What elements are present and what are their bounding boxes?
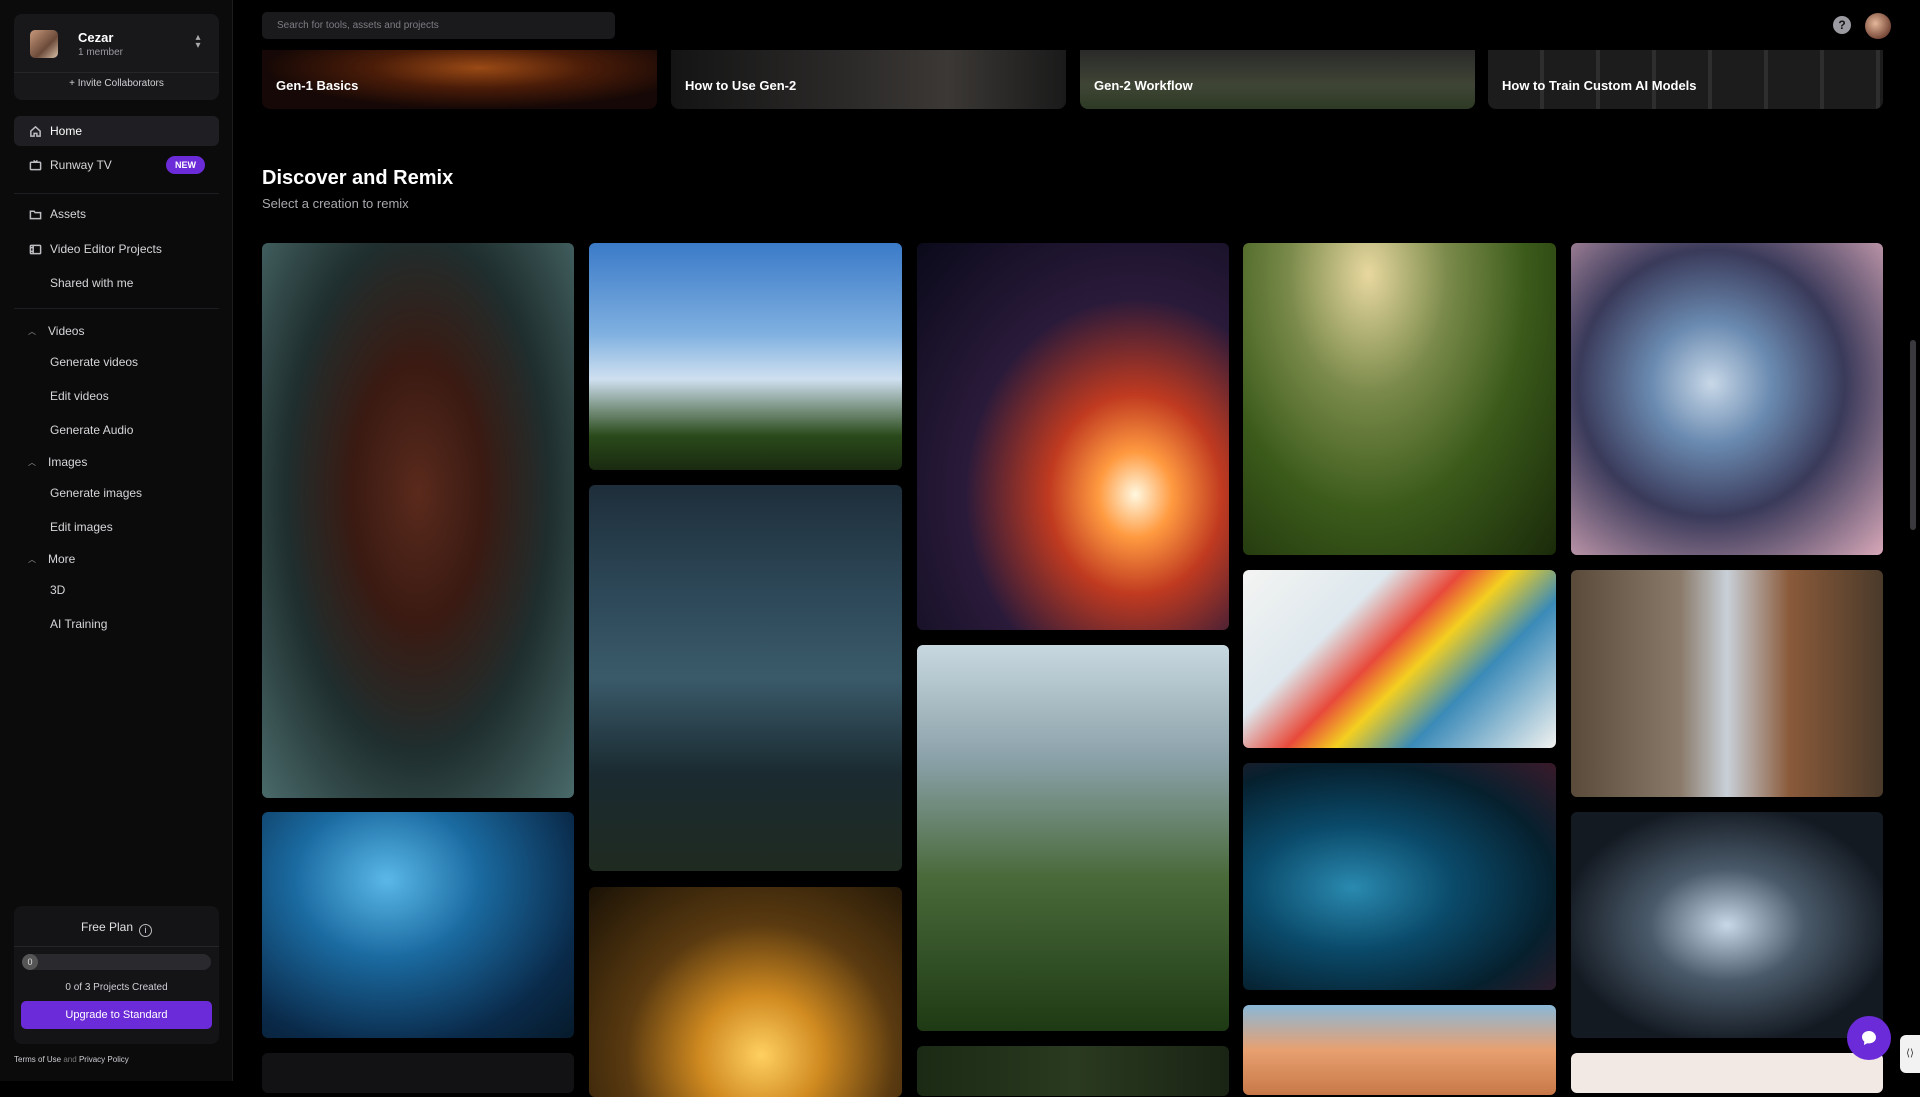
section-images-toggle[interactable]: ︿ Images [14,451,219,473]
invite-collaborators-button[interactable]: + Invite Collaborators [14,78,219,89]
tutorial-card-label: How to Use Gen-2 [685,78,797,93]
sidebar-item-label: Shared with me [50,276,134,290]
legal-links: Terms of Use and Privacy Policy [14,1055,129,1064]
new-badge: NEW [166,156,205,174]
section-more-toggle[interactable]: ︿ More [14,548,219,570]
upgrade-button[interactable]: Upgrade to Standard [21,1001,212,1029]
section-title: Discover and Remix [262,167,454,189]
sidebar-item-label: Generate images [50,486,143,500]
folder-icon [28,207,42,221]
tutorial-card-gen1-basics[interactable]: Gen-1 Basics [262,50,657,109]
gallery-item-fluid-paint[interactable] [1243,570,1556,748]
gallery-item-grass-closeup[interactable] [1243,243,1556,555]
divider [14,72,219,73]
projects-created-count: 0 of 3 Projects Created [65,982,168,993]
gallery-item-spaceship-explosion[interactable] [917,243,1229,630]
divider [14,308,219,309]
section-label: More [48,552,76,566]
gallery-item-jungle-city[interactable] [917,645,1229,1031]
sidebar-item-label: Edit images [50,520,113,534]
sidebar-item-label: Generate videos [50,355,139,369]
tutorial-card-label: Gen-2 Workflow [1094,78,1193,93]
gallery-item-blue-particles[interactable] [1243,763,1556,990]
gallery-item-storm-clouds[interactable] [589,485,902,871]
divider [14,193,219,194]
search-input[interactable]: Search for tools, assets and projects [262,12,615,39]
sidebar-item-3d[interactable]: 3D [14,575,219,605]
sidebar-item-label: 3D [50,583,66,597]
progress-value: 0 [22,954,38,970]
gallery-item-hooded-figure[interactable] [262,243,574,798]
tutorial-card-gen2-workflow[interactable]: Gen-2 Workflow [1080,50,1475,109]
gallery-item-palm-trees[interactable] [589,243,902,470]
tutorial-card-label: How to Train Custom AI Models [1502,78,1697,93]
gallery-item-astronaut[interactable] [1571,243,1883,555]
sidebar-item-label: AI Training [50,617,108,631]
gallery-item-placeholder[interactable] [262,1053,574,1093]
sidebar: Cezar 1 member ▴ ▾ + Invite Collaborators… [0,0,233,1081]
tutorial-card-how-to-use-gen2[interactable]: How to Use Gen-2 [671,50,1066,109]
sidebar-item-generate-audio[interactable]: Generate Audio [14,415,219,445]
plan-title-text: Free Plan [80,920,134,934]
section-videos-toggle[interactable]: ︿ Videos [14,320,219,342]
sidebar-item-edit-videos[interactable]: Edit videos [14,381,219,411]
chevron-up-icon: ︿ [28,554,36,564]
workspace-name: Cezar [78,30,114,45]
section-label: Videos [48,324,85,338]
home-icon [28,124,42,138]
tv-icon [28,158,42,172]
gallery-item-forest-strip[interactable] [917,1046,1229,1096]
sidebar-item-label: Edit videos [50,389,109,403]
gallery-item-sunset-leaves[interactable] [589,887,902,1097]
gallery-item-pink-bottom[interactable] [1571,1053,1883,1093]
plan-card: Free Plan i 0 0 of 3 Projects Created Upg… [14,906,219,1044]
chat-bubble-icon [1862,1031,1876,1045]
chat-support-button[interactable] [1847,1016,1891,1060]
sidebar-item-runway-tv[interactable]: Runway TV NEW [14,150,219,180]
sidebar-item-label: Assets [50,207,87,221]
scrollbar[interactable] [1910,340,1916,530]
sidebar-item-video-editor-projects[interactable]: Video Editor Projects [14,234,219,264]
terms-link[interactable]: Terms of Use [14,1055,61,1064]
tutorial-card-label: Gen-1 Basics [276,78,359,93]
gallery-item-crystals[interactable] [1571,812,1883,1038]
sidebar-item-label: Runway TV [50,158,112,172]
privacy-link[interactable]: Privacy Policy [79,1055,129,1064]
section-subtitle: Select a creation to remix [262,196,409,211]
collapse-tab-icon[interactable]: ⟨⟩ [1900,1035,1920,1073]
workspace-members: 1 member [78,47,124,58]
legal-and: and [63,1055,77,1064]
sidebar-item-label: Generate Audio [50,423,134,437]
help-icon[interactable]: ? [1833,16,1851,34]
sidebar-item-shared-with-me[interactable]: Shared with me [14,268,219,298]
section-label: Images [48,455,88,469]
chevron-up-icon: ︿ [28,326,36,336]
film-icon [28,242,42,256]
chevron-up-down-icon[interactable]: ▴ ▾ [191,33,205,52]
info-icon[interactable]: i [139,924,153,937]
gallery-item-city-street[interactable] [1571,570,1883,797]
sidebar-item-home[interactable]: Home [14,116,219,146]
gallery-item-desert-dune[interactable] [1243,1005,1556,1095]
user-avatar[interactable] [1865,13,1891,39]
sidebar-item-generate-images[interactable]: Generate images [14,478,219,508]
workspace-switcher[interactable]: Cezar 1 member ▴ ▾ + Invite Collaborators [14,14,219,100]
sidebar-item-generate-videos[interactable]: Generate videos [14,347,219,377]
tutorial-card-train-custom-models[interactable]: How to Train Custom AI Models [1488,50,1883,109]
sidebar-item-assets[interactable]: Assets [14,199,219,229]
workspace-avatar [30,30,58,58]
gallery-item-underwater-reef[interactable] [262,812,574,1038]
sidebar-item-edit-images[interactable]: Edit images [14,512,219,542]
chevron-up-icon: ︿ [28,457,36,467]
divider [14,946,219,947]
sidebar-item-label: Video Editor Projects [50,242,162,256]
sidebar-item-ai-training[interactable]: AI Training [14,609,219,639]
sidebar-item-label: Home [50,124,83,138]
projects-progress-bar: 0 [22,954,211,970]
plan-title: Free Plan i [14,920,219,937]
